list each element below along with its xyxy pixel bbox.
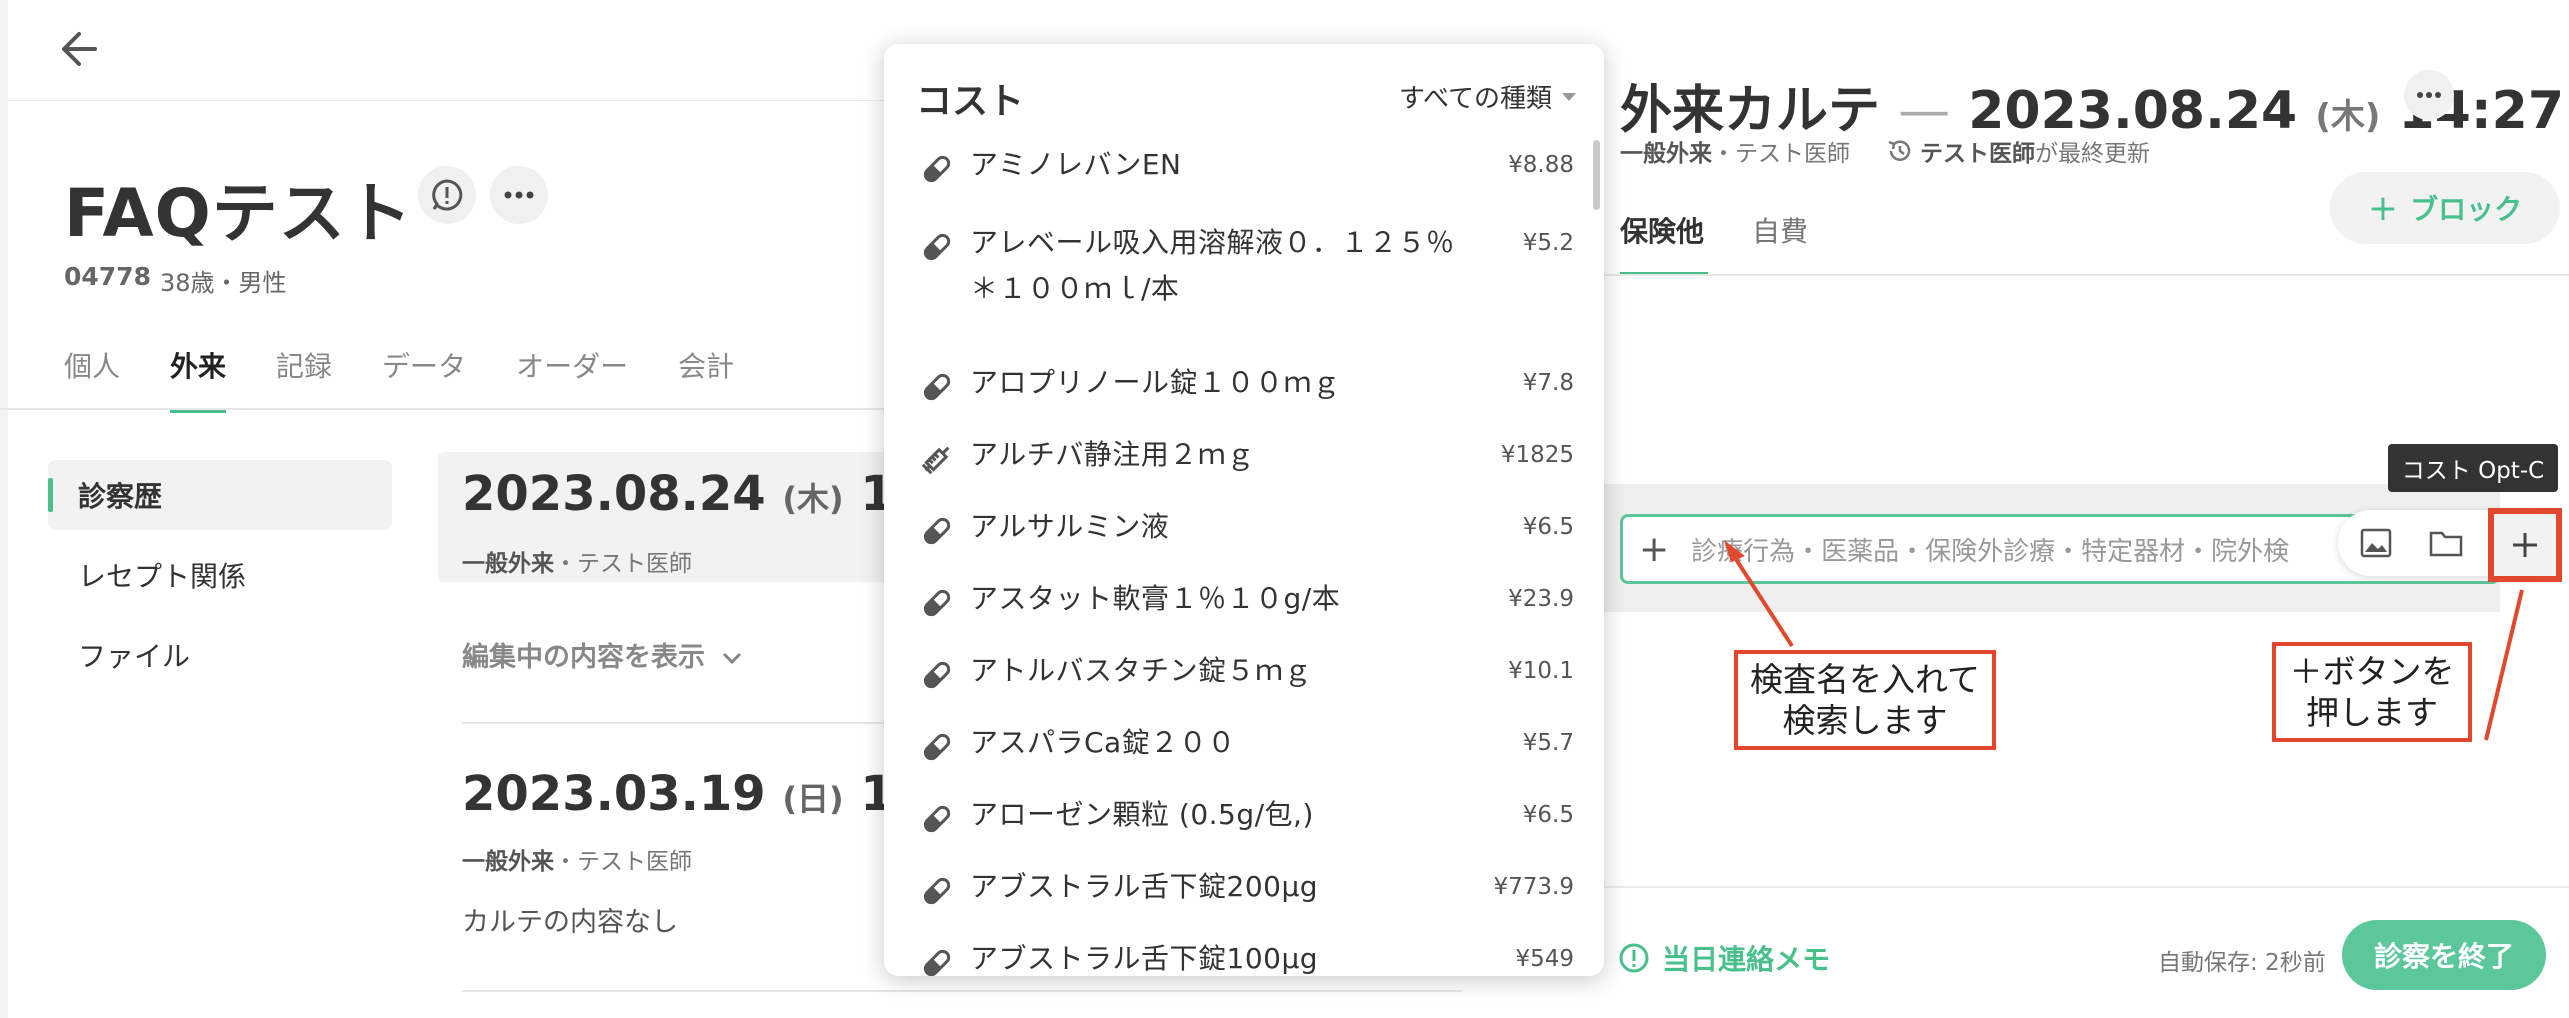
cost-item-price: ¥549 — [1515, 946, 1574, 972]
cost-item-price: ¥5.2 — [1522, 230, 1574, 256]
cost-item-price: ¥1825 — [1500, 442, 1574, 468]
cost-item-name: アミノレバンEN — [970, 148, 1182, 181]
annotation-line: ＋ボタンを — [2289, 651, 2455, 691]
cost-item-price: ¥7.8 — [1522, 370, 1574, 396]
pill-icon — [918, 872, 956, 910]
pill-icon — [918, 512, 956, 550]
type-filter-select[interactable]: すべての種類 — [1399, 78, 1576, 115]
cost-item-name: アスタット軟膏１％１０g/本 — [970, 582, 1341, 615]
pill-icon — [918, 368, 956, 406]
plus-annotation: ＋ボタンを 押します — [2272, 642, 2472, 742]
cost-item-price: ¥5.7 — [1522, 730, 1574, 756]
pill-icon — [918, 728, 956, 766]
search-annotation: 検査名を入れて 検索します — [1734, 650, 1996, 750]
cost-item-name: アスパラCa錠２００ — [970, 726, 1236, 759]
pill-icon — [918, 944, 956, 976]
cost-item-name: アレベール吸入用溶解液０．１２５％＊１００ｍｌ/本 — [970, 226, 1455, 306]
cost-item-price: ¥10.1 — [1508, 658, 1574, 684]
cost-item-price: ¥23.9 — [1508, 586, 1574, 612]
pill-icon — [918, 800, 956, 838]
annotation-line: 検査名を入れて — [1749, 659, 1980, 699]
cost-dropdown: コスト すべての種類 アミノレバンEN ¥8.88 アレベール吸入用溶解液０．１２５… — [884, 44, 1604, 976]
cost-item-name: アロプリノール錠１００ｍｇ — [970, 366, 1341, 399]
filter-label: すべての種類 — [1398, 84, 1552, 114]
cost-item-name: アルサルミン液 — [970, 510, 1170, 543]
annotation-line: 押します — [2306, 693, 2438, 732]
pill-icon — [918, 656, 956, 694]
pill-icon — [918, 228, 956, 266]
annotation-line: 検索します — [1782, 701, 1948, 740]
cost-item-name: アトルバスタチン錠５ｍｇ — [970, 654, 1313, 687]
dropdown-title: コスト — [916, 81, 1025, 122]
cost-item-name: アルチバ静注用２ｍｇ — [970, 438, 1255, 471]
dropdown-scrollbar[interactable] — [1593, 140, 1600, 210]
cost-item-price: ¥773.9 — [1493, 874, 1574, 900]
syringe-icon — [918, 440, 956, 478]
cost-item-price: ¥8.88 — [1508, 152, 1574, 178]
cost-item-name: アブストラル舌下錠100μg — [970, 942, 1319, 975]
cost-item-price: ¥6.5 — [1522, 514, 1574, 540]
pill-icon — [918, 150, 956, 188]
cost-item-name: アローゼン顆粒 (0.5g/包,) — [970, 798, 1314, 831]
cost-item-name: アブストラル舌下錠200μg — [970, 870, 1319, 903]
pill-icon — [918, 584, 956, 622]
cost-item-price: ¥6.5 — [1522, 802, 1574, 828]
caret-down-icon — [1562, 92, 1576, 101]
